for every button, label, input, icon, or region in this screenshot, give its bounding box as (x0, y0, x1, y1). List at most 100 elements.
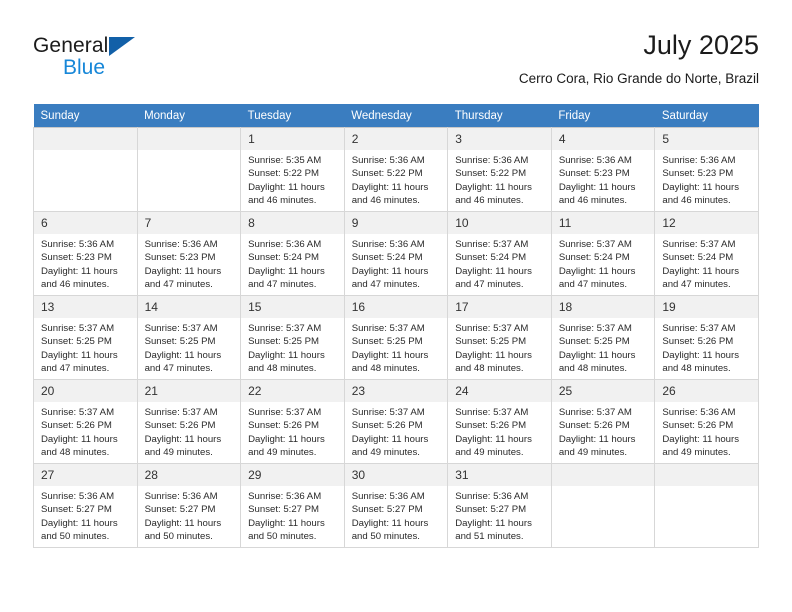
generalblue-logo[interactable]: General Blue (33, 34, 213, 92)
daylight-text: Daylight: 11 hours and 49 minutes. (662, 433, 739, 459)
day-number: 6 (34, 212, 137, 234)
calendar-day-cell[interactable]: 21 Sunrise: 5:37 AM Sunset: 5:26 PM Dayligh… (136, 379, 242, 464)
sunrise-text: Sunrise: 5:37 AM (455, 239, 529, 250)
calendar-body: 1 Sunrise: 5:35 AM Sunset: 5:22 PM Daylight… (33, 127, 759, 548)
day-number: 10 (448, 212, 551, 234)
daylight-text: Daylight: 11 hours and 46 minutes. (662, 181, 739, 207)
day-details: Sunrise: 5:37 AM Sunset: 5:25 PM Daylight:… (552, 318, 654, 376)
day-details: Sunrise: 5:36 AM Sunset: 5:27 PM Daylight:… (34, 486, 136, 544)
day-details: Sunrise: 5:36 AM Sunset: 5:23 PM Daylight:… (656, 150, 758, 208)
daylight-text: Daylight: 11 hours and 48 minutes. (455, 349, 532, 375)
calendar-day-cell[interactable]: 2 Sunrise: 5:36 AM Sunset: 5:22 PM Daylight… (343, 127, 449, 212)
logo-text-general: General (33, 34, 109, 57)
calendar-day-cell[interactable]: 3 Sunrise: 5:36 AM Sunset: 5:22 PM Daylight… (447, 127, 552, 212)
sunrise-text: Sunrise: 5:36 AM (41, 491, 115, 502)
day-number: 3 (448, 128, 551, 150)
sunset-text: Sunset: 5:27 PM (248, 504, 320, 516)
calendar-day-cell[interactable]: 6 Sunrise: 5:36 AM Sunset: 5:23 PM Daylight… (33, 211, 138, 296)
calendar-day-cell[interactable]: 5 Sunrise: 5:36 AM Sunset: 5:23 PM Daylight… (654, 127, 759, 212)
sunrise-text: Sunrise: 5:37 AM (558, 407, 632, 418)
sunrise-text: Sunrise: 5:37 AM (351, 407, 425, 418)
calendar-day-cell[interactable]: 30 Sunrise: 5:36 AM Sunset: 5:27 PM Dayligh… (343, 463, 449, 548)
sunset-text: Sunset: 5:27 PM (41, 504, 112, 516)
calendar-day-cell[interactable]: 15 Sunrise: 5:37 AM Sunset: 5:25 PM Dayligh… (240, 295, 345, 380)
calendar-day-cell[interactable]: 31 Sunrise: 5:36 AM Sunset: 5:27 PM Dayligh… (447, 463, 552, 548)
sunrise-text: Sunrise: 5:37 AM (248, 407, 322, 418)
sunrise-text: Sunrise: 5:36 AM (558, 155, 632, 166)
day-number: 26 (655, 380, 758, 402)
sunrise-text: Sunrise: 5:36 AM (351, 239, 425, 250)
sunrise-text: Sunrise: 5:37 AM (144, 323, 218, 334)
sunset-text: Sunset: 5:26 PM (351, 420, 423, 432)
logo-text-blue: Blue (63, 56, 106, 79)
calendar-day-cell[interactable]: 17 Sunrise: 5:37 AM Sunset: 5:25 PM Dayligh… (447, 295, 552, 380)
day-number: 2 (345, 128, 447, 150)
day-number: 15 (241, 296, 344, 318)
calendar-day-cell[interactable]: 25 Sunrise: 5:37 AM Sunset: 5:26 PM Dayligh… (550, 379, 656, 464)
day-number: 18 (552, 296, 654, 318)
day-number: 4 (552, 128, 654, 150)
sunset-text: Sunset: 5:26 PM (248, 420, 320, 432)
calendar-day-cell-empty (550, 463, 656, 548)
day-number: 5 (655, 128, 758, 150)
sunrise-text: Sunrise: 5:37 AM (455, 407, 529, 418)
calendar-day-cell[interactable]: 9 Sunrise: 5:36 AM Sunset: 5:24 PM Daylight… (343, 211, 449, 296)
calendar-day-cell[interactable]: 23 Sunrise: 5:37 AM Sunset: 5:26 PM Dayligh… (343, 379, 449, 464)
calendar-day-cell[interactable]: 22 Sunrise: 5:37 AM Sunset: 5:26 PM Dayligh… (240, 379, 345, 464)
sunset-text: Sunset: 5:26 PM (41, 420, 112, 432)
day-details: Sunrise: 5:37 AM Sunset: 5:25 PM Daylight:… (138, 318, 240, 376)
sunrise-text: Sunrise: 5:36 AM (662, 407, 736, 418)
calendar-day-cell[interactable]: 28 Sunrise: 5:36 AM Sunset: 5:27 PM Dayligh… (136, 463, 242, 548)
day-number: 24 (448, 380, 551, 402)
day-number: 30 (345, 464, 447, 486)
calendar-day-cell[interactable]: 1 Sunrise: 5:35 AM Sunset: 5:22 PM Daylight… (240, 127, 345, 212)
sunset-text: Sunset: 5:25 PM (41, 336, 112, 348)
weekday-header-sunday: Sunday (33, 104, 138, 128)
day-details: Sunrise: 5:36 AM Sunset: 5:24 PM Daylight:… (242, 234, 344, 292)
day-details: Sunrise: 5:37 AM Sunset: 5:26 PM Daylight:… (345, 402, 447, 460)
day-number: 14 (138, 296, 240, 318)
calendar-day-cell[interactable]: 7 Sunrise: 5:36 AM Sunset: 5:23 PM Daylight… (136, 211, 242, 296)
calendar-day-cell[interactable]: 12 Sunrise: 5:37 AM Sunset: 5:24 PM Dayligh… (654, 211, 759, 296)
calendar-day-cell[interactable]: 16 Sunrise: 5:37 AM Sunset: 5:25 PM Dayligh… (343, 295, 449, 380)
sunset-text: Sunset: 5:23 PM (41, 252, 112, 264)
calendar-day-cell[interactable]: 10 Sunrise: 5:37 AM Sunset: 5:24 PM Dayligh… (447, 211, 552, 296)
sunset-text: Sunset: 5:25 PM (351, 336, 423, 348)
day-details: Sunrise: 5:36 AM Sunset: 5:26 PM Daylight:… (656, 402, 758, 460)
sunset-text: Sunset: 5:26 PM (558, 420, 630, 432)
calendar-day-cell[interactable]: 26 Sunrise: 5:36 AM Sunset: 5:26 PM Dayligh… (654, 379, 759, 464)
calendar-day-cell[interactable]: 18 Sunrise: 5:37 AM Sunset: 5:25 PM Dayligh… (550, 295, 656, 380)
weekday-header-monday: Monday (137, 104, 241, 128)
day-details: Sunrise: 5:36 AM Sunset: 5:23 PM Daylight:… (138, 234, 240, 292)
calendar-day-cell[interactable]: 20 Sunrise: 5:37 AM Sunset: 5:26 PM Dayligh… (33, 379, 138, 464)
day-details: Sunrise: 5:35 AM Sunset: 5:22 PM Daylight:… (242, 150, 344, 208)
calendar-day-cell[interactable]: 13 Sunrise: 5:37 AM Sunset: 5:25 PM Dayligh… (33, 295, 138, 380)
location-subtitle: Cerro Cora, Rio Grande do Norte, Brazil (518, 71, 759, 86)
sunrise-text: Sunrise: 5:37 AM (41, 323, 115, 334)
calendar-week-row: 20 Sunrise: 5:37 AM Sunset: 5:26 PM Dayligh… (33, 379, 759, 464)
day-details: Sunrise: 5:37 AM Sunset: 5:25 PM Daylight:… (449, 318, 551, 376)
day-details: Sunrise: 5:36 AM Sunset: 5:27 PM Daylight:… (138, 486, 240, 544)
calendar-day-cell[interactable]: 19 Sunrise: 5:37 AM Sunset: 5:26 PM Dayligh… (654, 295, 759, 380)
sunset-text: Sunset: 5:24 PM (455, 252, 527, 264)
calendar-day-cell[interactable]: 24 Sunrise: 5:37 AM Sunset: 5:26 PM Dayligh… (447, 379, 552, 464)
calendar-day-cell[interactable]: 27 Sunrise: 5:36 AM Sunset: 5:27 PM Dayligh… (33, 463, 138, 548)
day-details: Sunrise: 5:36 AM Sunset: 5:23 PM Daylight:… (34, 234, 136, 292)
sunrise-text: Sunrise: 5:37 AM (662, 323, 736, 334)
day-number: 31 (448, 464, 551, 486)
sunset-text: Sunset: 5:22 PM (351, 168, 423, 180)
calendar-day-cell[interactable]: 11 Sunrise: 5:37 AM Sunset: 5:24 PM Dayligh… (550, 211, 656, 296)
sunrise-text: Sunrise: 5:36 AM (455, 155, 529, 166)
daylight-text: Daylight: 11 hours and 51 minutes. (455, 517, 532, 543)
day-number: 27 (34, 464, 137, 486)
sunrise-text: Sunrise: 5:37 AM (558, 323, 632, 334)
day-details: Sunrise: 5:37 AM Sunset: 5:26 PM Daylight:… (242, 402, 344, 460)
calendar-week-row: 6 Sunrise: 5:36 AM Sunset: 5:23 PM Daylight… (33, 211, 759, 296)
calendar-day-cell[interactable]: 8 Sunrise: 5:36 AM Sunset: 5:24 PM Daylight… (240, 211, 345, 296)
daylight-text: Daylight: 11 hours and 47 minutes. (351, 265, 429, 291)
logo-triangle-icon (109, 37, 135, 56)
calendar-day-cell[interactable]: 29 Sunrise: 5:36 AM Sunset: 5:27 PM Dayligh… (240, 463, 345, 548)
calendar-day-cell[interactable]: 4 Sunrise: 5:36 AM Sunset: 5:23 PM Daylight… (550, 127, 656, 212)
daylight-text: Daylight: 11 hours and 50 minutes. (248, 517, 325, 543)
calendar-day-cell[interactable]: 14 Sunrise: 5:37 AM Sunset: 5:25 PM Dayligh… (136, 295, 242, 380)
